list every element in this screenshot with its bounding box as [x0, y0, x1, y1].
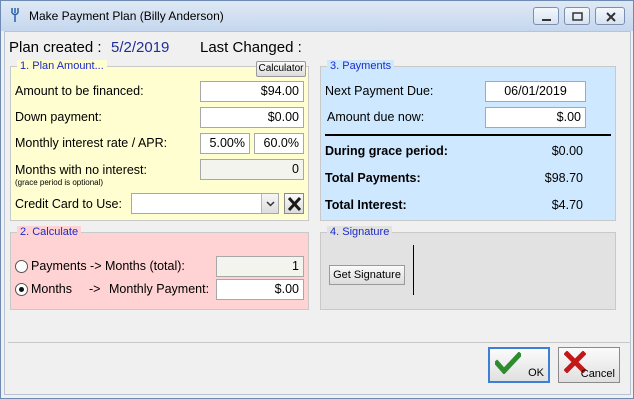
dropdown-arrow[interactable] — [261, 194, 278, 213]
minimize-icon — [542, 19, 551, 21]
months-option-label[interactable]: Months — [31, 282, 72, 296]
payments-to-months-radio[interactable] — [15, 260, 28, 273]
cancel-label: Cancel — [580, 368, 615, 380]
maximize-button[interactable] — [564, 7, 590, 25]
amount-financed-label: Amount to be financed: — [15, 84, 144, 98]
no-interest-sublabel: (grace period is optional) — [15, 178, 104, 187]
ok-button[interactable]: OK — [488, 347, 550, 383]
plan-created-value: 5/2/2019 — [111, 39, 170, 56]
calculate-group: 2. Calculate Payments -> Months (total):… — [10, 226, 309, 310]
next-payment-label: Next Payment Due: — [325, 84, 434, 98]
checkmark-icon — [495, 352, 521, 374]
chevron-down-icon — [266, 201, 275, 207]
calculator-button[interactable]: Calculator — [256, 61, 306, 77]
monthly-rate-field[interactable]: 5.00% — [200, 133, 250, 154]
amount-financed-field[interactable]: $94.00 — [200, 81, 304, 102]
clear-icon — [287, 196, 302, 212]
title-bar[interactable]: Make Payment Plan (Billy Anderson) — [1, 1, 633, 31]
grace-period-value: $0.00 — [551, 144, 583, 158]
window-title: Make Payment Plan (Billy Anderson) — [29, 9, 224, 23]
clear-card-button[interactable] — [284, 193, 304, 214]
close-icon — [606, 12, 616, 22]
payments-to-months-label[interactable]: Payments -> Months (total): — [31, 259, 185, 273]
apr-field[interactable]: 60.0% — [254, 133, 304, 154]
interest-rate-label: Monthly interest rate / APR: — [15, 136, 168, 150]
down-payment-label: Down payment: — [15, 110, 102, 124]
payments-divider — [325, 134, 611, 136]
signature-group: 4. Signature Get Signature — [320, 226, 616, 310]
plan-amount-title: 1. Plan Amount... — [17, 60, 107, 72]
payments-group: 3. Payments Next Payment Due: 06/01/2019… — [320, 60, 616, 221]
amount-due-field[interactable]: $.00 — [485, 107, 586, 128]
monthly-payment-field[interactable]: $.00 — [216, 279, 304, 300]
months-option-arrow: -> — [89, 282, 101, 296]
get-signature-button[interactable]: Get Signature — [329, 265, 405, 285]
calculate-title: 2. Calculate — [17, 226, 82, 238]
plan-created-label: Plan created : — [9, 39, 102, 56]
close-button[interactable] — [595, 7, 625, 25]
cancel-button[interactable]: Cancel — [558, 347, 620, 383]
minimize-button[interactable] — [533, 7, 559, 25]
down-payment-field[interactable]: $0.00 — [200, 107, 304, 128]
grace-period-label: During grace period: — [325, 144, 448, 158]
amount-due-label: Amount due now: — [327, 110, 425, 124]
footer-divider — [8, 342, 631, 343]
plan-amount-group: 1. Plan Amount... Calculator Amount to b… — [10, 60, 309, 221]
signature-title: 4. Signature — [327, 226, 393, 238]
total-months-field[interactable]: 1 — [216, 256, 304, 277]
no-interest-label: Months with no interest: — [15, 163, 148, 177]
last-changed-label: Last Changed : — [200, 39, 302, 56]
maximize-icon — [572, 12, 583, 21]
payment-plan-window: Make Payment Plan (Billy Anderson) Plan … — [0, 0, 634, 399]
total-payments-label: Total Payments: — [325, 171, 421, 185]
signature-area[interactable] — [413, 245, 414, 295]
total-interest-value: $4.70 — [551, 198, 583, 212]
credit-card-select[interactable] — [131, 193, 279, 214]
credit-card-label: Credit Card to Use: — [15, 197, 122, 211]
dialog-body: Plan created : 5/2/2019 Last Changed : 1… — [4, 31, 631, 395]
months-to-payment-radio[interactable] — [15, 283, 28, 296]
no-interest-months-field[interactable]: 0 — [200, 159, 304, 180]
fork-icon — [11, 8, 19, 22]
total-payments-value: $98.70 — [544, 171, 583, 185]
next-payment-field[interactable]: 06/01/2019 — [485, 81, 586, 102]
payments-title: 3. Payments — [327, 60, 395, 72]
ok-label: OK — [528, 367, 544, 379]
monthly-payment-label: Monthly Payment: — [109, 282, 210, 296]
total-interest-label: Total Interest: — [325, 198, 407, 212]
